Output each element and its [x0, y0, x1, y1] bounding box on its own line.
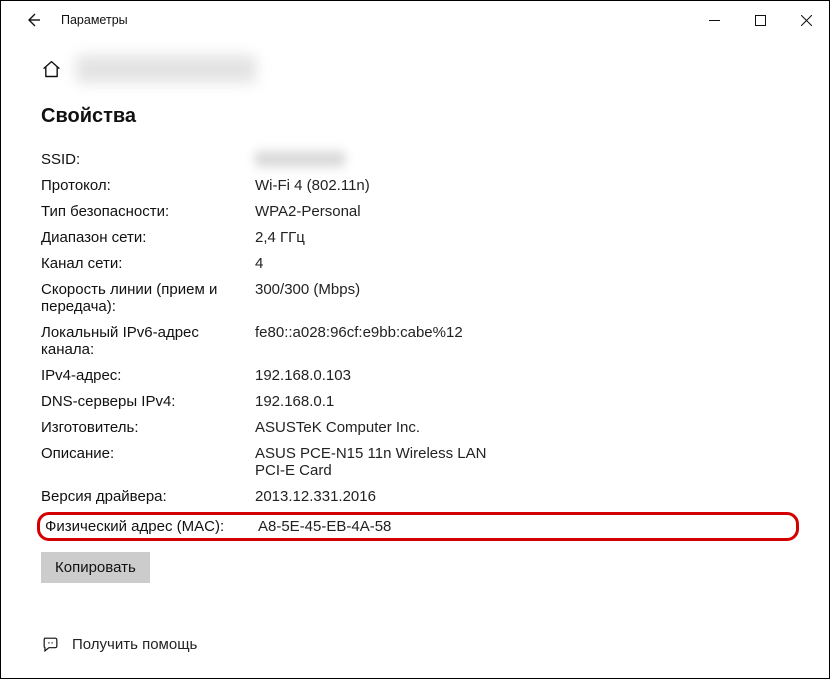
- titlebar: Параметры: [1, 1, 829, 39]
- prop-ipv4: IPv4-адрес: 192.168.0.103: [41, 362, 789, 388]
- prop-manufacturer: Изготовитель: ASUSTeK Computer Inc.: [41, 414, 789, 440]
- prop-value: ASUS PCE-N15 11n Wireless LAN PCI-E Card: [255, 445, 487, 479]
- prop-label: Изготовитель:: [41, 419, 255, 436]
- minimize-button[interactable]: [691, 1, 737, 39]
- maximize-icon: [755, 15, 766, 26]
- help-icon: [41, 635, 60, 654]
- prop-ssid: SSID:: [41, 146, 789, 172]
- window-controls: [691, 1, 829, 39]
- prop-mac-highlighted: Физический адрес (MAC): A8-5E-45-EB-4A-5…: [37, 512, 799, 541]
- prop-label: Тип безопасности:: [41, 203, 255, 220]
- prop-driver-version: Версия драйвера: 2013.12.331.2016: [41, 483, 789, 509]
- content: Свойства SSID: Протокол: Wi-Fi 4 (802.11…: [1, 39, 829, 583]
- prop-speed: Скорость линии (прием и передача): 300/3…: [41, 276, 789, 319]
- back-button[interactable]: [13, 1, 53, 39]
- arrow-left-icon: [25, 12, 41, 28]
- prop-value: 192.168.0.103: [255, 367, 351, 384]
- prop-value: 4: [255, 255, 263, 272]
- prop-value: 300/300 (Mbps): [255, 281, 360, 298]
- prop-band: Диапазон сети: 2,4 ГГц: [41, 224, 789, 250]
- prop-value: WPA2-Personal: [255, 203, 361, 220]
- prop-label: SSID:: [41, 151, 255, 168]
- prop-value: A8-5E-45-EB-4A-58: [258, 518, 391, 535]
- prop-label: Версия драйвера:: [41, 488, 255, 505]
- copy-button[interactable]: Копировать: [41, 552, 150, 583]
- get-help-link[interactable]: Получить помощь: [41, 635, 197, 654]
- prop-description: Описание: ASUS PCE-N15 11n Wireless LAN …: [41, 440, 789, 483]
- minimize-icon: [709, 15, 720, 26]
- prop-label: Диапазон сети:: [41, 229, 255, 246]
- prop-value: fe80::a028:96cf:e9bb:cabe%12: [255, 324, 463, 341]
- prop-ipv6-link-local: Локальный IPv6-адрес канала: fe80::a028:…: [41, 319, 789, 362]
- prop-label: DNS-серверы IPv4:: [41, 393, 255, 410]
- properties-list: SSID: Протокол: Wi-Fi 4 (802.11n) Тип бе…: [41, 146, 789, 583]
- prop-dns: DNS-серверы IPv4: 192.168.0.1: [41, 388, 789, 414]
- prop-value: ASUSTeK Computer Inc.: [255, 419, 420, 436]
- prop-label: Физический адрес (MAC):: [42, 518, 258, 535]
- close-button[interactable]: [783, 1, 829, 39]
- prop-label: Протокол:: [41, 177, 255, 194]
- page-header: [41, 55, 789, 83]
- window-title: Параметры: [61, 13, 128, 27]
- maximize-button[interactable]: [737, 1, 783, 39]
- close-icon: [801, 15, 812, 26]
- prop-value: Wi-Fi 4 (802.11n): [255, 177, 370, 194]
- prop-value: 192.168.0.1: [255, 393, 334, 410]
- network-name-redacted: [76, 55, 256, 83]
- section-title: Свойства: [41, 105, 789, 128]
- get-help-label: Получить помощь: [72, 636, 197, 653]
- prop-label: Описание:: [41, 445, 255, 462]
- prop-label: IPv4-адрес:: [41, 367, 255, 384]
- home-icon[interactable]: [41, 59, 62, 80]
- prop-protocol: Протокол: Wi-Fi 4 (802.11n): [41, 172, 789, 198]
- prop-value-redacted: [255, 151, 345, 167]
- prop-value: 2013.12.331.2016: [255, 488, 376, 505]
- prop-label: Локальный IPv6-адрес канала:: [41, 324, 255, 358]
- prop-label: Скорость линии (прием и передача):: [41, 281, 255, 315]
- prop-security: Тип безопасности: WPA2-Personal: [41, 198, 789, 224]
- prop-label: Канал сети:: [41, 255, 255, 272]
- prop-value: 2,4 ГГц: [255, 229, 305, 246]
- prop-channel: Канал сети: 4: [41, 250, 789, 276]
